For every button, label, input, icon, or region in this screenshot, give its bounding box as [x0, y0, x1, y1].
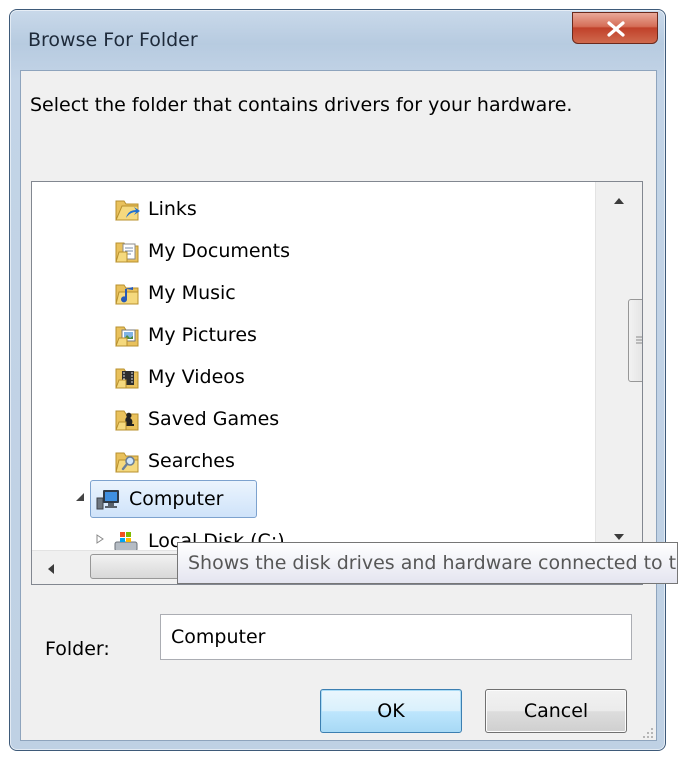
saved-games-folder-icon	[115, 410, 139, 431]
tree-item-my-videos[interactable]: My Videos	[114, 358, 245, 396]
documents-folder-icon	[115, 242, 139, 263]
tree-item-saved-games[interactable]: Saved Games	[114, 400, 279, 438]
tooltip: Shows the disk drives and hardware conne…	[177, 542, 678, 584]
tree-item-links[interactable]: Links	[114, 190, 197, 228]
scroll-left-icon[interactable]	[46, 563, 56, 575]
tree-item-label: My Music	[148, 282, 236, 304]
window-title: Browse For Folder	[28, 29, 198, 51]
expand-triangle-icon[interactable]	[95, 534, 105, 544]
cancel-button[interactable]: Cancel	[485, 689, 627, 733]
collapse-triangle-icon[interactable]	[75, 492, 85, 502]
instruction-text: Select the folder that contains drivers …	[30, 94, 573, 116]
tree-item-label: Searches	[148, 450, 235, 472]
tree-item-label: Saved Games	[148, 408, 280, 430]
vertical-scroll-thumb[interactable]	[628, 299, 642, 382]
tree-item-searches[interactable]: Searches	[114, 442, 235, 480]
resize-grip-icon[interactable]	[640, 725, 654, 739]
music-folder-icon	[115, 284, 139, 305]
tree-item-computer[interactable]: Computer	[90, 480, 257, 518]
tree-item-label: My Documents	[148, 240, 291, 262]
scroll-grip-icon	[636, 336, 642, 344]
tree-item-label: Links	[148, 198, 197, 220]
links-folder-icon	[115, 200, 140, 221]
folder-label: Folder:	[45, 638, 110, 660]
close-icon	[607, 21, 625, 37]
computer-icon	[96, 490, 119, 510]
horizontal-scroll-thumb[interactable]	[90, 554, 190, 579]
pictures-folder-icon	[115, 326, 139, 347]
tree-item-label: My Pictures	[148, 324, 257, 346]
close-button[interactable]	[572, 12, 658, 44]
tree-item-label: My Videos	[148, 366, 245, 388]
searches-folder-icon	[115, 452, 139, 473]
tree-item-my-pictures[interactable]: My Pictures	[114, 316, 257, 354]
tree-item-my-music[interactable]: My Music	[114, 274, 236, 312]
folder-tree[interactable]: Links My Documents My Music My Pictures	[31, 181, 643, 585]
folder-field[interactable]	[160, 614, 632, 660]
tree-item-label: Computer	[129, 488, 224, 510]
tree-item-my-documents[interactable]: My Documents	[114, 232, 290, 270]
scroll-up-icon[interactable]	[610, 194, 628, 208]
videos-folder-icon	[115, 368, 139, 389]
ok-button[interactable]: OK	[320, 689, 462, 733]
vertical-scrollbar[interactable]	[595, 182, 642, 550]
